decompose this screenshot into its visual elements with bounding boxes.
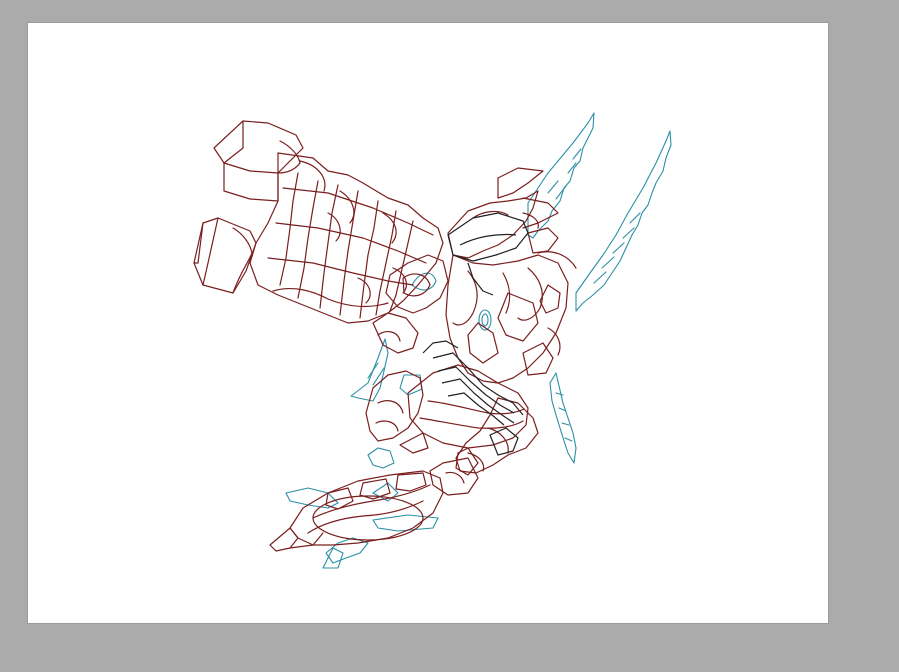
cannon-housing — [249, 152, 444, 324]
leg-armor — [455, 397, 539, 474]
shoulder-joint — [385, 254, 449, 314]
blade-upper-right — [575, 130, 672, 312]
fin-lower-right — [549, 372, 577, 464]
workspace-background — [0, 0, 899, 672]
left-forearm — [365, 370, 424, 442]
drawing-canvas[interactable] — [28, 23, 828, 623]
foot-disc — [312, 495, 424, 541]
fin-foot-upper — [367, 447, 395, 469]
layer-red-outlines — [193, 120, 577, 552]
waist-armor — [407, 364, 529, 449]
line-art-illustration — [193, 112, 672, 569]
layer-dark-outlines — [422, 212, 529, 456]
layer-teal-outlines — [285, 112, 672, 569]
